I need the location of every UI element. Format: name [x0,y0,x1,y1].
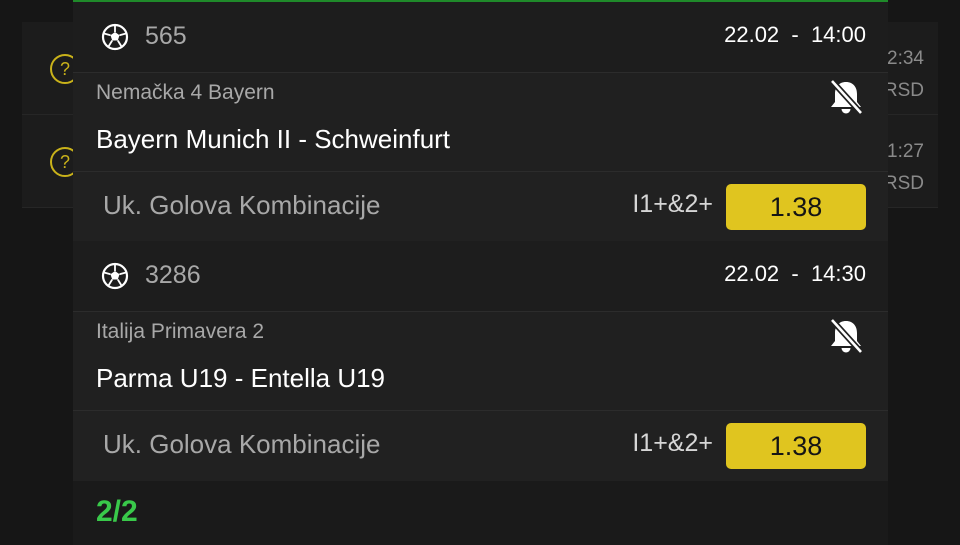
bell-off-icon[interactable] [826,77,866,117]
modal-footer: 2/2 [73,481,888,545]
ticket-details-modal: 565 22.02 - 14:00 Nemačka 4 Bayern Bayer… [73,0,888,545]
bet-pick: I1+&2+ [632,190,713,218]
match-datetime: 22.02 - 14:00 [724,22,866,47]
bet-type: Uk. Golova Kombinacije [103,429,381,459]
match-card: 3286 22.02 - 14:30 Italija Primavera 2 P… [73,241,888,483]
match-id: 565 [145,22,187,50]
league-name: Nemačka 4 Bayern [96,81,275,104]
soccer-ball-icon [101,23,129,51]
odd-button[interactable]: 1.38 [726,423,866,469]
match-header: 565 22.02 - 14:00 [73,2,888,73]
match-teams: Parma U19 - Entella U19 [96,363,386,393]
background-item-time: 2:34 [887,48,924,69]
match-datetime: 22.02 - 14:30 [724,261,866,286]
match-info: Italija Primavera 2 Parma U19 - Entella … [73,312,888,411]
match-header: 3286 22.02 - 14:30 [73,241,888,312]
soccer-ball-icon [101,262,129,290]
match-teams: Bayern Munich II - Schweinfurt [96,124,451,154]
bet-row: Uk. Golova Kombinacije I1+&2+ 1.38 [73,411,888,483]
bet-pick: I1+&2+ [632,429,713,457]
background-item-currency: RSD [883,173,924,194]
league-name: Italija Primavera 2 [96,320,265,343]
background-item-currency: RSD [883,80,924,101]
match-info: Nemačka 4 Bayern Bayern Munich II - Schw… [73,73,888,172]
odd-button[interactable]: 1.38 [726,184,866,230]
matches-count: 2/2 [96,495,138,528]
bet-row: Uk. Golova Kombinacije I1+&2+ 1.38 [73,172,888,244]
match-card: 565 22.02 - 14:00 Nemačka 4 Bayern Bayer… [73,2,888,244]
bell-off-icon[interactable] [826,316,866,356]
match-id: 3286 [145,261,201,289]
bet-type: Uk. Golova Kombinacije [103,190,381,220]
background-item-time: 1:27 [887,141,924,162]
